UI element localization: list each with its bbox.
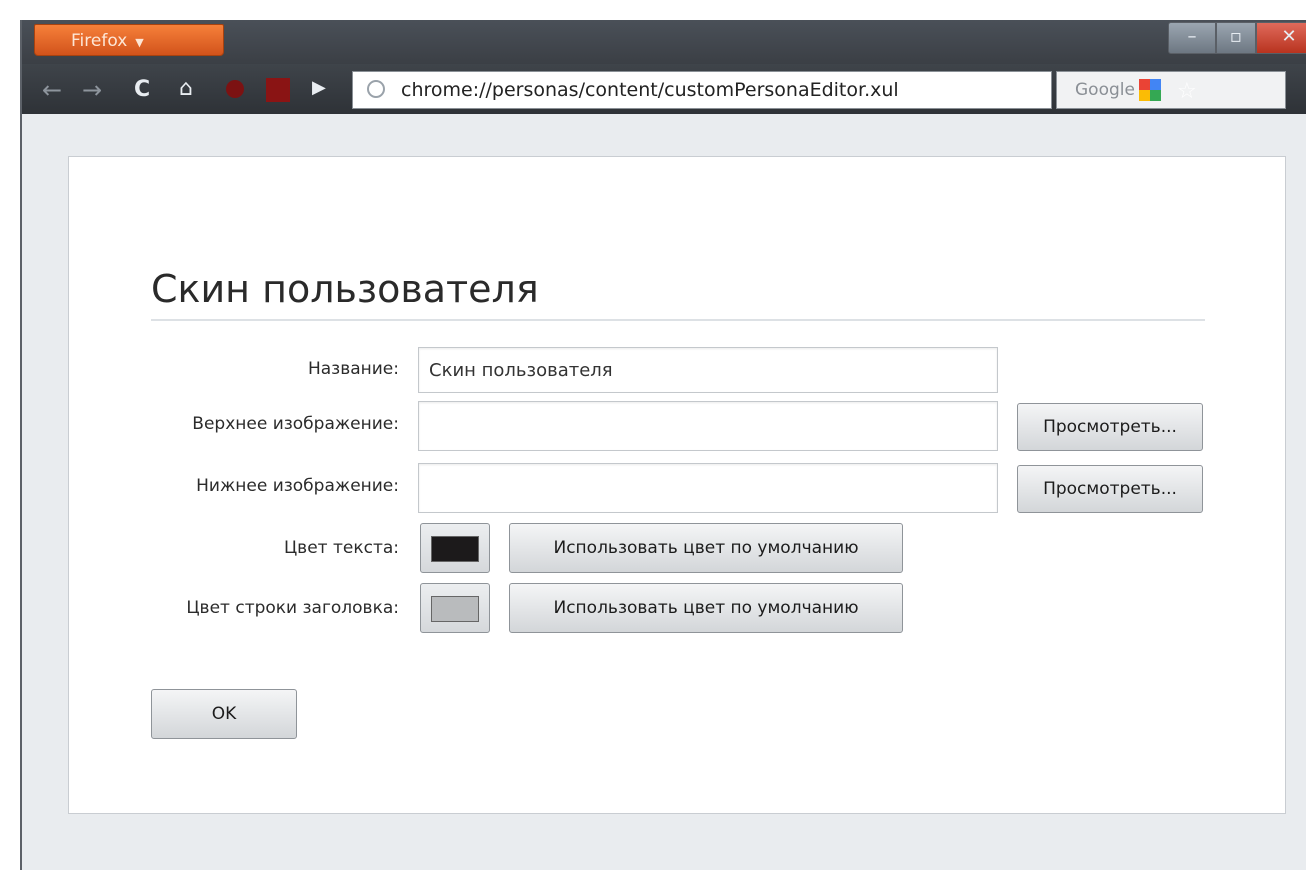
title-divider: [151, 319, 1205, 321]
maximize-icon[interactable]: ▫: [1216, 22, 1256, 54]
persona-editor-panel: Скин пользователя Название: Верхнее изоб…: [68, 156, 1286, 814]
page-content: Скин пользователя Название: Верхнее изоб…: [22, 114, 1306, 870]
ok-button[interactable]: OK: [151, 689, 297, 739]
url-text: chrome://personas/content/customPersonaE…: [401, 79, 899, 101]
back-arrow-icon[interactable]: ←: [42, 76, 62, 104]
browser-window: Firefox ▼ – ▫ ✕ ← → C ⌂ ▶ chrome://person…: [20, 20, 1306, 870]
window-controls: – ▫ ✕: [1168, 22, 1306, 56]
reload-icon[interactable]: C: [134, 77, 150, 102]
minimize-icon[interactable]: –: [1168, 22, 1216, 54]
header-image-label: Верхнее изображение:: [192, 414, 399, 434]
page-title: Скин пользователя: [151, 267, 539, 311]
bookmark-addon-icon[interactable]: [266, 78, 290, 102]
titlebar-color-label: Цвет строки заголовка:: [186, 598, 399, 618]
text-color-label: Цвет текста:: [283, 538, 399, 558]
site-identity-icon[interactable]: [367, 80, 385, 98]
title-bar: Firefox ▼ – ▫ ✕: [22, 20, 1306, 64]
share-icon[interactable]: ▶: [312, 79, 330, 97]
search-bar[interactable]: Google ☆: [1056, 71, 1286, 109]
url-bar[interactable]: chrome://personas/content/customPersonaE…: [352, 71, 1052, 109]
chevron-down-icon: ▼: [135, 36, 144, 49]
text-color-picker[interactable]: [420, 523, 490, 573]
firefox-menu-button[interactable]: Firefox ▼: [34, 24, 224, 56]
name-field[interactable]: [418, 347, 998, 393]
header-browse-button[interactable]: Просмотреть...: [1017, 403, 1203, 451]
name-label: Название:: [307, 359, 399, 379]
search-engine-label: Google: [1075, 80, 1135, 100]
titlebar-color-default-button[interactable]: Использовать цвет по умолчанию: [509, 583, 903, 633]
text-color-default-button[interactable]: Использовать цвет по умолчанию: [509, 523, 903, 573]
star-icon[interactable]: ☆: [1177, 74, 1197, 110]
close-icon[interactable]: ✕: [1256, 22, 1306, 54]
footer-image-field[interactable]: [418, 463, 998, 513]
footer-browse-button[interactable]: Просмотреть...: [1017, 465, 1203, 513]
addon-icon[interactable]: [226, 80, 244, 98]
header-image-field[interactable]: [418, 401, 998, 451]
footer-image-label: Нижнее изображение:: [196, 476, 399, 496]
titlebar-color-picker[interactable]: [420, 583, 490, 633]
navigation-toolbar: ← → C ⌂ ▶ chrome://personas/content/cust…: [22, 64, 1306, 114]
forward-arrow-icon[interactable]: →: [82, 76, 102, 104]
text-color-swatch: [431, 536, 479, 562]
firefox-menu-label: Firefox: [71, 31, 128, 51]
titlebar-color-swatch: [431, 596, 479, 622]
google-icon[interactable]: [1139, 79, 1161, 101]
home-icon[interactable]: ⌂: [179, 76, 193, 101]
